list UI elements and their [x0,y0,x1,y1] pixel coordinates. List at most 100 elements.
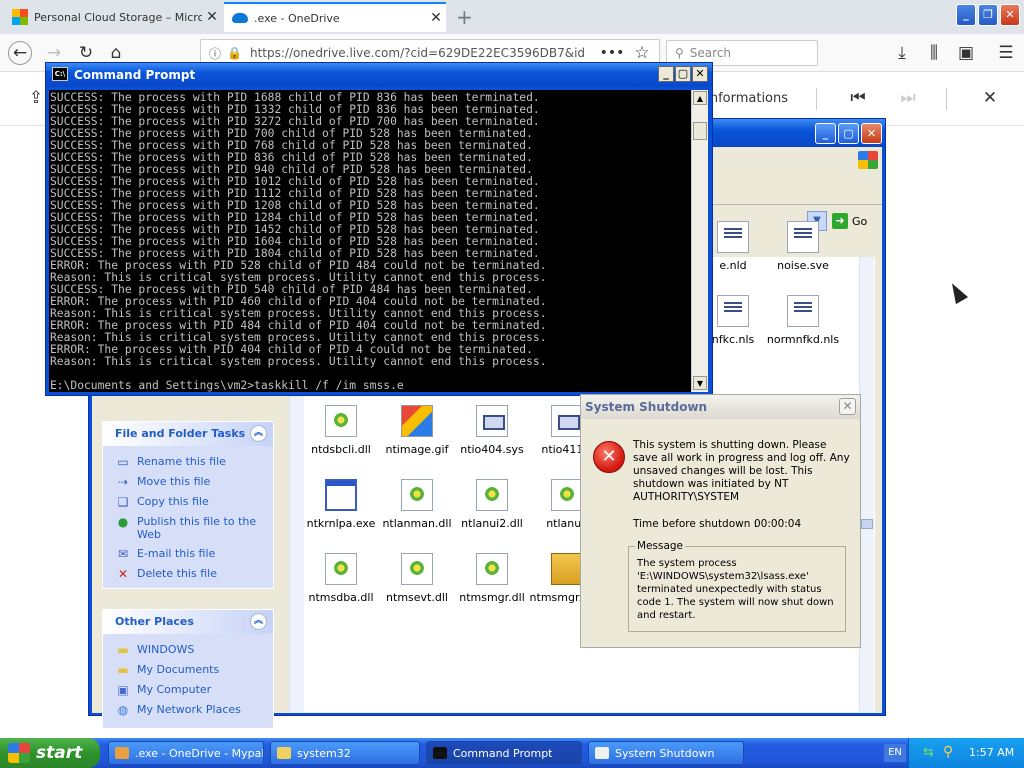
file-item[interactable]: ntlanman.dll [379,479,455,530]
clock[interactable]: 1:57 AM [969,746,1014,759]
vertical-scrollbar[interactable] [859,257,874,712]
task-link-label: Rename this file [137,455,226,468]
previous-icon[interactable]: ⏮ [846,86,870,110]
task-link[interactable]: ▣ My Computer [103,680,273,700]
back-icon[interactable]: ← [8,41,32,65]
task-link[interactable]: ❏ Copy this file [103,492,273,512]
scroll-down-icon[interactable]: ▼ [693,376,707,390]
minimize-button[interactable]: _ [815,123,836,144]
file-name: ntio404.sys [460,443,524,456]
rename-icon: ▭ [117,455,129,469]
nls-file-icon [787,295,819,327]
file-item[interactable]: ntmsevt.dll [379,553,455,604]
browser-minimize-button[interactable]: _ [956,4,976,26]
taskbar-button[interactable]: System Shutdown [588,741,744,765]
dll-file-icon [325,553,357,585]
task-link[interactable]: ● Publish this file to the Web [103,512,273,544]
file-name: ntmsmgr.dll [459,591,525,604]
task-link[interactable]: ✉ E-mail this file [103,544,273,564]
file-item[interactable]: ntkrnlpa.exe [303,479,379,530]
close-button[interactable]: ✕ [692,66,708,82]
task-link[interactable]: ▬ WINDOWS [103,640,273,660]
divider [946,88,947,110]
scroll-thumb[interactable] [693,122,707,140]
file-name: ntmsevt.dll [386,591,448,604]
new-tab-icon[interactable]: + [456,5,473,29]
task-link-label: Publish this file to the Web [137,515,257,541]
task-link-label: WINDOWS [137,643,195,656]
other-places-panel: Other Places ︽ ▬ WINDOWS ▬ My Documents ▣ My … [102,609,274,729]
close-tab-icon[interactable]: ✕ [426,10,446,26]
language-indicator[interactable]: EN [884,744,906,762]
lock-icon: 🔒 [227,46,242,60]
file-item[interactable]: ntlanui2.dll [454,479,530,530]
file-item[interactable]: ntio404.sys [454,405,530,456]
dll-file-icon [401,479,433,511]
task-link[interactable]: ✕ Delete this file [103,564,273,584]
panel-header[interactable]: Other Places ︽ [103,610,273,634]
informations-label[interactable]: Informations [706,91,788,106]
browser-tab-personal-cloud[interactable]: Personal Cloud Storage – Microso ✕ [4,2,222,32]
file-item[interactable]: ntmsmgr.dll [454,553,530,604]
task-link[interactable]: ▭ Rename this file [103,452,273,472]
dialog-title: System Shutdown [585,400,708,414]
file-folder-tasks-panel: File and Folder Tasks ︽ ▭ Rename this fil… [102,421,274,589]
scroll-thumb[interactable] [861,519,873,529]
shutdown-titlebar[interactable]: System Shutdown [581,395,860,419]
maximize-button[interactable]: ▢ [675,66,691,82]
taskbar-button[interactable]: Command Prompt [426,741,582,765]
taskbar-button[interactable]: system32 [270,741,420,765]
cmd-scrollbar[interactable]: ▲ ▼ [691,90,708,392]
taskbar-button[interactable]: .exe - OneDrive - Mypal [108,741,264,765]
cmd-titlebar[interactable]: C:\ Command Prompt _ ▢ ✕ [46,63,712,87]
file-name: ntlanui2.dll [461,517,523,530]
copy-icon: ❏ [117,495,129,509]
maximize-button[interactable]: ▢ [838,123,859,144]
minimize-button[interactable]: _ [658,66,674,82]
file-item[interactable]: ntmsdba.dll [303,553,379,604]
search-tray-icon[interactable]: ⚲ [943,744,953,760]
panel-header[interactable]: File and Folder Tasks ︽ [103,422,273,446]
explorer-toolbar [712,147,882,205]
cmd-title: Command Prompt [74,68,196,82]
task-link[interactable]: ◍ My Network Places [103,700,273,720]
collapse-chevron-icon[interactable]: ︽ [250,425,267,442]
browser-tab-onedrive[interactable]: .exe - OneDrive ✕ [224,2,446,32]
close-button[interactable]: ✕ [839,398,856,415]
file-item[interactable]: normnfkd.nls [765,295,841,346]
console-line: Reason: This is critical system process.… [50,355,547,368]
console-output[interactable]: SUCCESS: The process with PID 1688 child… [49,90,691,392]
task-link[interactable]: ⇢ Move this file [103,472,273,492]
download-icon[interactable]: ⤓ [890,41,914,65]
nls-file-icon [717,221,749,253]
go-label: Go [852,214,868,228]
collapse-chevron-icon[interactable]: ︽ [250,613,267,630]
sidebar-icon[interactable]: ▣ [954,41,978,65]
url-text: https://onedrive.live.com/?cid=629DE22EC… [249,46,586,60]
close-icon[interactable]: ✕ [978,86,1002,110]
time-label: Time before shutdown : [633,518,758,530]
folder-icon: ▬ [117,643,129,657]
menu-icon[interactable]: ☰ [994,41,1018,65]
file-item[interactable]: noise.sve [765,221,841,272]
task-link[interactable]: ▬ My Documents [103,660,273,680]
network-tray-icon[interactable]: ⇆ [923,745,934,760]
cmd-window-icon: C:\ [52,67,68,81]
browser-maximize-button[interactable]: ❐ [978,4,998,26]
close-button[interactable]: ✕ [861,123,882,144]
scroll-up-icon[interactable]: ▲ [693,91,707,105]
delete-icon: ✕ [117,567,129,581]
info-icon[interactable]: ⓘ [209,45,221,62]
library-icon[interactable]: ⫼ [922,41,946,65]
exe-file-icon [325,479,357,511]
browser-close-button[interactable]: ✕ [1000,4,1020,26]
system-tray: ⇆ ⚲ 1:57 AM [908,738,1024,768]
file-item[interactable]: ntdsbcli.dll [303,405,379,456]
close-tab-icon[interactable]: ✕ [202,9,222,25]
task-pane: File and Folder Tasks ︽ ▭ Rename this fil… [102,377,278,729]
file-item[interactable]: ntimage.gif [379,405,455,456]
console-prompt[interactable]: E:\Documents and Settings\vm2>taskkill /… [50,380,691,392]
next-icon[interactable]: ⏭ [896,86,920,110]
start-button[interactable]: start [0,738,100,768]
gif-file-icon [401,405,433,437]
